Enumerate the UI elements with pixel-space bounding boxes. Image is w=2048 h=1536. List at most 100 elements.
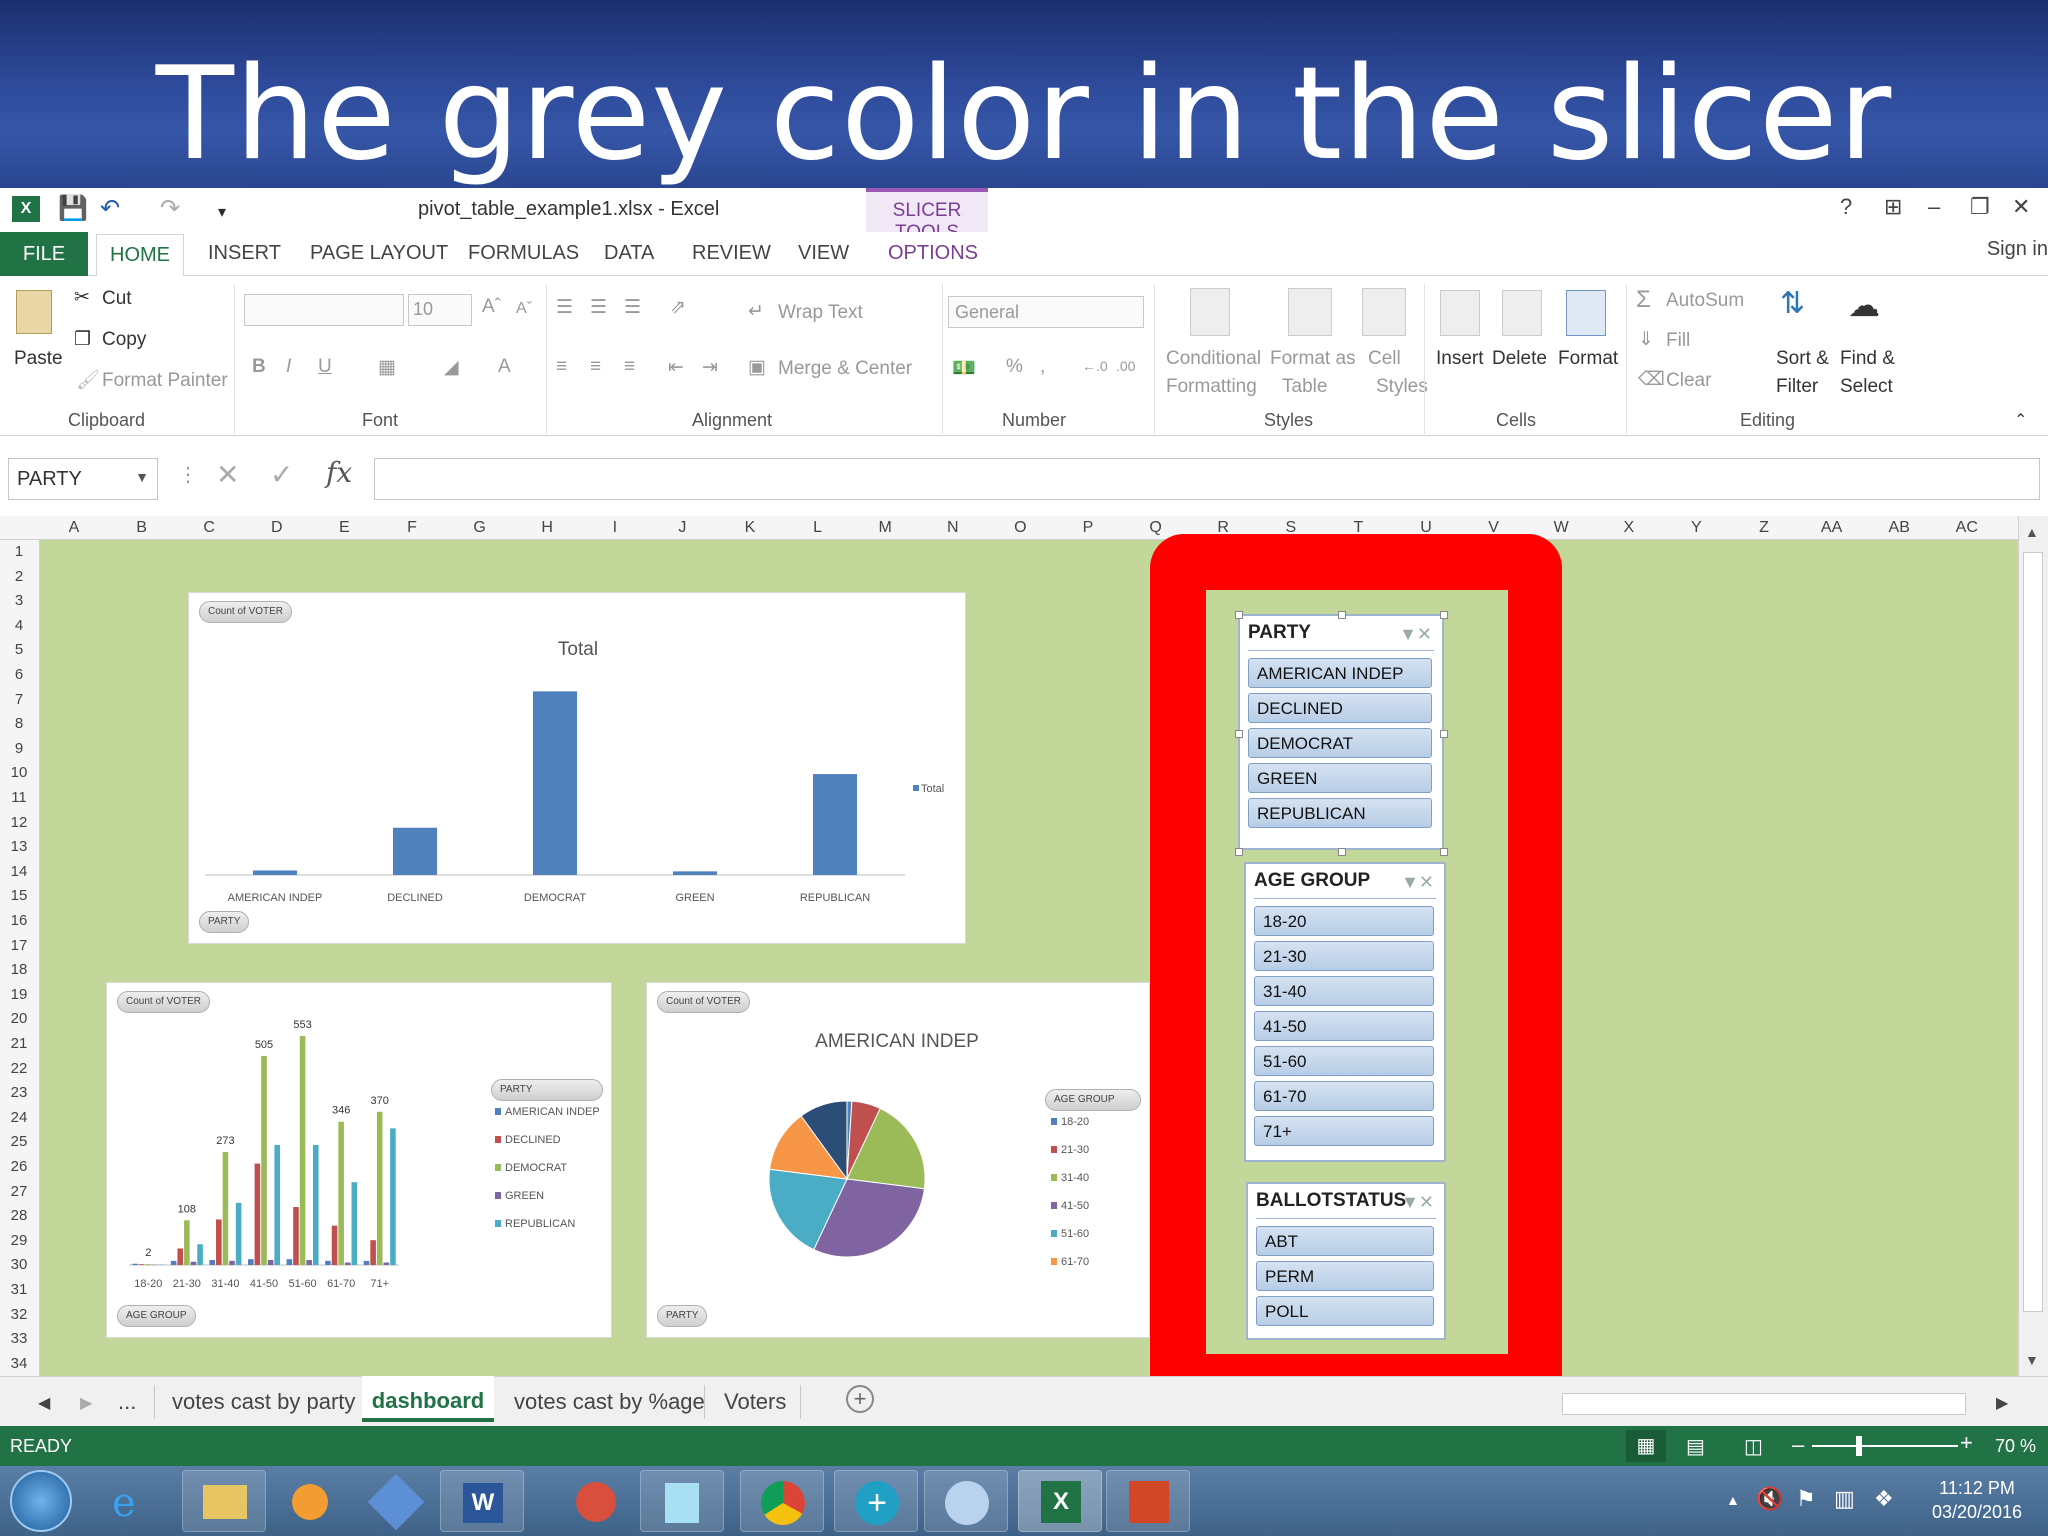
fill-button[interactable]: Fill: [1666, 330, 1690, 352]
tab-insert[interactable]: INSERT: [208, 242, 281, 265]
copy-button[interactable]: Copy: [102, 329, 146, 351]
row-header-9[interactable]: 9: [0, 740, 38, 757]
column-header-m[interactable]: M: [865, 519, 905, 537]
row-header-13[interactable]: 13: [0, 838, 38, 855]
cut-icon[interactable]: ✂: [74, 286, 90, 309]
row-header-17[interactable]: 17: [0, 937, 38, 954]
bar-31-40-democrat[interactable]: [222, 1151, 229, 1265]
restore-icon[interactable]: ❐: [1970, 194, 1990, 220]
underline-button[interactable]: U: [318, 356, 332, 378]
sort-filter-label-1[interactable]: Sort &: [1776, 348, 1829, 370]
scroll-right-icon[interactable]: ▶: [1996, 1393, 2008, 1413]
notepad-icon[interactable]: [640, 1470, 724, 1532]
font-color-icon[interactable]: A: [498, 356, 511, 378]
axis-field-button[interactable]: AGE GROUP: [117, 1305, 196, 1327]
collapse-ribbon-icon[interactable]: ⌃: [2014, 410, 2027, 430]
slicer-item-poll[interactable]: POLL: [1256, 1296, 1434, 1326]
row-header-20[interactable]: 20: [0, 1010, 38, 1027]
merge-center-icon[interactable]: ▣: [748, 356, 766, 379]
resize-handle[interactable]: [1440, 730, 1448, 738]
zoom-in-icon[interactable]: +: [1960, 1430, 1973, 1456]
find-select-icon[interactable]: ☁: [1848, 286, 1880, 324]
column-header-z[interactable]: Z: [1744, 519, 1784, 537]
bar-41-50-democrat[interactable]: [261, 1055, 267, 1265]
column-header-ac[interactable]: AC: [1947, 519, 1987, 537]
legend-field-button[interactable]: PARTY: [491, 1079, 603, 1101]
column-header-n[interactable]: N: [933, 519, 973, 537]
row-header-11[interactable]: 11: [0, 789, 38, 806]
bar-21-30-green[interactable]: [190, 1261, 197, 1265]
column-header-h[interactable]: H: [527, 519, 567, 537]
bar-51-60-american-indep[interactable]: [286, 1259, 293, 1265]
format-as-table-label-1[interactable]: Format as: [1270, 348, 1356, 370]
bar-31-40-american-indep[interactable]: [209, 1260, 216, 1265]
bar-51-60-green[interactable]: [306, 1260, 312, 1265]
horizontal-scrollbar[interactable]: [1562, 1393, 1966, 1415]
fill-color-icon[interactable]: ◢: [444, 356, 459, 379]
column-header-e[interactable]: E: [324, 519, 364, 537]
paste-button[interactable]: Paste: [14, 348, 63, 370]
bar-green[interactable]: [673, 871, 717, 875]
decrease-indent-icon[interactable]: ⇤: [668, 356, 684, 379]
row-header-22[interactable]: 22: [0, 1060, 38, 1077]
slicer-item-18-20[interactable]: 18-20: [1254, 906, 1434, 936]
bar-71+-republican[interactable]: [390, 1128, 396, 1265]
insert-function-icon[interactable]: fx: [326, 456, 352, 489]
conditional-formatting-icon[interactable]: [1190, 288, 1230, 336]
bar-71+-american-indep[interactable]: [363, 1260, 370, 1265]
formula-input[interactable]: [374, 458, 2040, 500]
ballotstatus-slicer[interactable]: BALLOTSTATUS ▼✕ ABT PERM POLL: [1246, 1182, 1446, 1340]
excel-taskbar-icon[interactable]: X: [1018, 1470, 1102, 1532]
internet-explorer-icon[interactable]: e: [96, 1470, 180, 1532]
slicer-item-declined[interactable]: DECLINED: [1248, 693, 1432, 723]
bar-41-50-american-indep[interactable]: [248, 1259, 254, 1265]
name-box[interactable]: PARTY ▼: [8, 458, 158, 500]
bar-american-indep[interactable]: [253, 870, 297, 875]
bar-21-30-american-indep[interactable]: [170, 1260, 177, 1265]
bar-18-20-democrat[interactable]: [145, 1264, 152, 1265]
column-header-x[interactable]: X: [1609, 519, 1649, 537]
row-header-14[interactable]: 14: [0, 863, 38, 880]
bar-21-30-democrat[interactable]: [184, 1220, 190, 1265]
axis-field-button[interactable]: PARTY: [657, 1305, 708, 1327]
column-header-a[interactable]: A: [54, 519, 94, 537]
format-as-table-label-2[interactable]: Table: [1282, 376, 1327, 398]
save-icon[interactable]: 💾: [58, 194, 88, 224]
row-header-7[interactable]: 7: [0, 691, 38, 708]
delete-cells-button[interactable]: Delete: [1492, 348, 1547, 370]
number-format-select[interactable]: General: [948, 296, 1144, 328]
minimize-icon[interactable]: –: [1928, 194, 1940, 220]
cell-styles-icon[interactable]: [1362, 288, 1406, 336]
row-header-19[interactable]: 19: [0, 986, 38, 1003]
bar-61-70-green[interactable]: [344, 1262, 351, 1265]
autosum-icon[interactable]: Σ: [1636, 286, 1651, 314]
slicer-item-21-30[interactable]: 21-30: [1254, 941, 1434, 971]
volume-icon[interactable]: 🔇: [1756, 1486, 1783, 1512]
column-header-i[interactable]: I: [595, 519, 635, 537]
fill-icon[interactable]: ⇓: [1638, 328, 1654, 351]
row-header-25[interactable]: 25: [0, 1133, 38, 1150]
redo-icon[interactable]: ↷: [160, 194, 180, 224]
top-align-icon[interactable]: ☰: [556, 296, 573, 319]
column-header-g[interactable]: G: [460, 519, 500, 537]
cut-button[interactable]: Cut: [102, 288, 132, 310]
resize-handle[interactable]: [1338, 848, 1346, 856]
column-header-b[interactable]: B: [122, 519, 162, 537]
confirm-entry-icon[interactable]: ✓: [270, 458, 293, 491]
bar-61-70-republican[interactable]: [351, 1182, 358, 1265]
action-center-icon[interactable]: ⚑: [1796, 1486, 1816, 1512]
party-slicer[interactable]: PARTY ▼✕ AMERICAN INDEP DECLINED DEMOCRAT G…: [1235, 611, 1448, 856]
row-header-6[interactable]: 6: [0, 666, 38, 683]
column-header-d[interactable]: D: [257, 519, 297, 537]
age-group-slicer[interactable]: AGE GROUP ▼✕ 18-20 21-30 31-40 41-50 51-60 61…: [1244, 862, 1446, 1162]
comma-style-icon[interactable]: ,: [1040, 356, 1045, 378]
shrink-font-icon[interactable]: Aˇ: [516, 300, 532, 318]
slicer-item-abt[interactable]: ABT: [1256, 1226, 1434, 1256]
row-header-1[interactable]: 1: [0, 543, 38, 560]
sheet-tab-votes-cast-by-age[interactable]: votes cast by %age: [514, 1389, 705, 1415]
bar-democrat[interactable]: [533, 691, 577, 875]
resize-handle[interactable]: [1235, 848, 1243, 856]
row-header-18[interactable]: 18: [0, 961, 38, 978]
align-right-icon[interactable]: ≡: [624, 356, 635, 378]
font-family-select[interactable]: [244, 294, 404, 326]
